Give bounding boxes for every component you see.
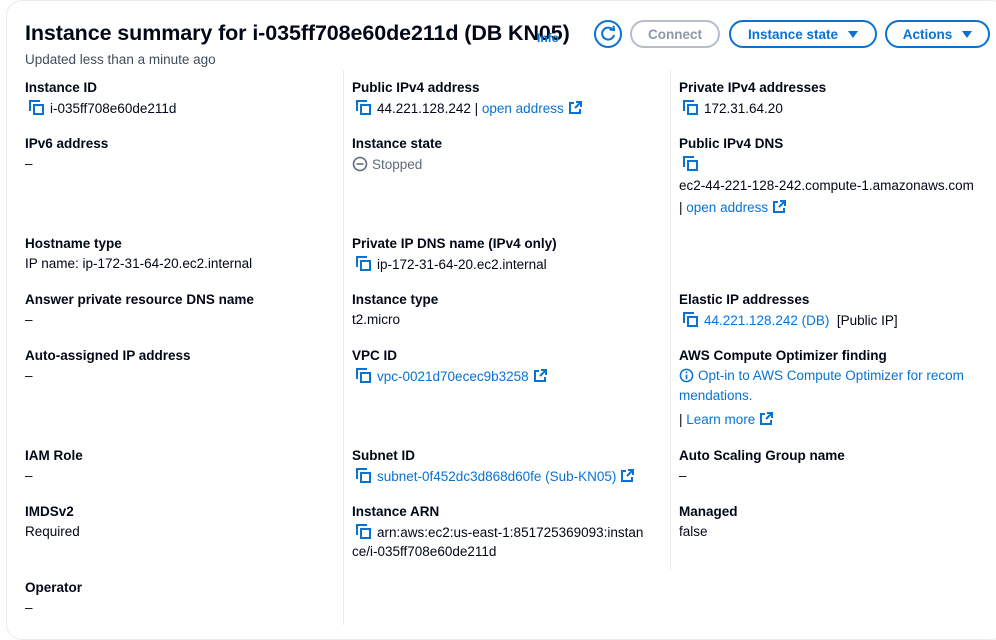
ipv6-value: –: [25, 156, 33, 171]
copy-icon[interactable]: [683, 312, 698, 327]
instance-state-field-label: Instance state: [352, 136, 443, 151]
instance-state-value: Stopped: [352, 156, 422, 172]
subnet-id-value: subnet-0f452dc3d868d60fe (Sub-KN05): [356, 468, 635, 484]
hostname-type-label: Hostname type: [25, 236, 122, 251]
copy-icon[interactable]: [29, 100, 44, 115]
public-ipv4-label: Public IPv4 address: [352, 80, 480, 95]
imdsv2-value: Required: [25, 524, 80, 539]
hostname-type-value: IP name: ip-172-31-64-20.ec2.internal: [25, 256, 253, 271]
instance-arn-value: arn:aws:ec2:us-east-1:851725369093:insta…: [356, 524, 643, 540]
instance-arn-value-cont: ce/i-035ff708e60de211d: [352, 544, 497, 559]
external-link-icon: [773, 200, 787, 213]
answer-dns-label: Answer private resource DNS name: [25, 292, 254, 307]
imdsv2-label: IMDSv2: [25, 504, 74, 519]
subnet-id-label: Subnet ID: [352, 448, 415, 463]
instance-id-value: i-035ff708e60de211d: [29, 100, 176, 116]
private-dns-label: Private IP DNS name (IPv4 only): [352, 236, 557, 251]
private-ipv4-label: Private IPv4 addresses: [679, 80, 827, 95]
caret-down-icon: [848, 30, 859, 38]
copy-icon[interactable]: [356, 100, 371, 115]
asg-label: Auto Scaling Group name: [679, 448, 845, 463]
instance-type-label: Instance type: [352, 292, 439, 307]
elastic-ip-label: Elastic IP addresses: [679, 292, 810, 307]
answer-dns-value: –: [25, 312, 33, 327]
subnet-id-link[interactable]: subnet-0f452dc3d868d60fe (Sub-KN05): [377, 469, 616, 484]
external-link-icon: [533, 369, 547, 382]
caret-down-icon: [962, 30, 973, 38]
iam-role-value: –: [25, 468, 33, 483]
vpc-id-label: VPC ID: [352, 348, 398, 363]
refresh-icon: [601, 25, 616, 41]
private-dns-value: ip-172-31-64-20.ec2.internal: [356, 256, 547, 272]
learn-more-link[interactable]: Learn more: [686, 412, 755, 427]
public-dns-open: | open address: [679, 200, 787, 215]
public-dns-copy: [683, 156, 704, 172]
external-link-icon: [760, 412, 774, 425]
iam-role-label: IAM Role: [25, 448, 83, 463]
elastic-ip-tag: [Public IP]: [836, 313, 898, 328]
ipv6-label: IPv6 address: [25, 136, 109, 151]
public-dns-label: Public IPv4 DNS: [679, 136, 784, 151]
info-link[interactable]: Info: [537, 31, 559, 45]
copy-icon[interactable]: [356, 368, 371, 383]
public-dns-value: ec2-44-221-128-242.compute-1.amazonaws.c…: [679, 178, 974, 193]
elastic-ip-link[interactable]: 44.221.128.242 (DB): [704, 313, 829, 328]
operator-label: Operator: [25, 580, 83, 595]
connect-button[interactable]: Connect: [630, 20, 720, 48]
instance-state-button[interactable]: Instance state: [729, 20, 877, 48]
actions-button[interactable]: Actions: [885, 20, 990, 48]
managed-label: Managed: [679, 504, 738, 519]
instance-arn-label: Instance ARN: [352, 504, 440, 519]
external-link-icon: [568, 101, 582, 114]
private-ipv4-value: 172.31.64.20: [683, 100, 783, 116]
open-address-link[interactable]: open address: [686, 200, 768, 215]
optimizer-optin-link-cont[interactable]: mendations.: [679, 388, 753, 403]
asg-value: –: [679, 468, 687, 483]
info-circle-icon: [679, 368, 694, 383]
instance-state-label: Instance state: [747, 26, 839, 42]
optimizer-optin-link[interactable]: Opt-in to AWS Compute Optimizer for reco…: [679, 368, 964, 383]
refresh-button[interactable]: [594, 20, 622, 48]
public-ipv4-value: 44.221.128.242 | open address: [356, 100, 582, 116]
column-divider: [343, 70, 344, 625]
actions-label: Actions: [902, 26, 953, 42]
updated-status: Updated less than a minute ago: [25, 52, 216, 67]
instance-type-value: t2.micro: [352, 312, 401, 327]
vpc-id-value: vpc-0021d70ecec9b3258: [356, 368, 547, 384]
auto-ip-label: Auto-assigned IP address: [25, 348, 191, 363]
copy-icon[interactable]: [356, 256, 371, 271]
copy-icon[interactable]: [356, 468, 371, 483]
page-title: Instance summary for i-035ff708e60de211d…: [25, 21, 570, 45]
external-link-icon: [621, 469, 635, 482]
stopped-icon: [352, 156, 368, 172]
managed-value: false: [679, 524, 708, 539]
copy-icon[interactable]: [683, 156, 698, 171]
open-address-link[interactable]: open address: [482, 101, 564, 116]
connect-label: Connect: [648, 26, 702, 42]
operator-value: –: [25, 600, 33, 615]
copy-icon[interactable]: [356, 524, 371, 539]
column-divider: [670, 70, 671, 570]
instance-id-label: Instance ID: [25, 80, 98, 95]
optimizer-label: AWS Compute Optimizer finding: [679, 348, 887, 363]
optimizer-learn-more: | Learn more: [679, 412, 774, 427]
elastic-ip-value: 44.221.128.242 (DB) [Public IP]: [683, 312, 898, 328]
auto-ip-value: –: [25, 368, 33, 383]
copy-icon[interactable]: [683, 100, 698, 115]
vpc-id-link[interactable]: vpc-0021d70ecec9b3258: [377, 369, 529, 384]
